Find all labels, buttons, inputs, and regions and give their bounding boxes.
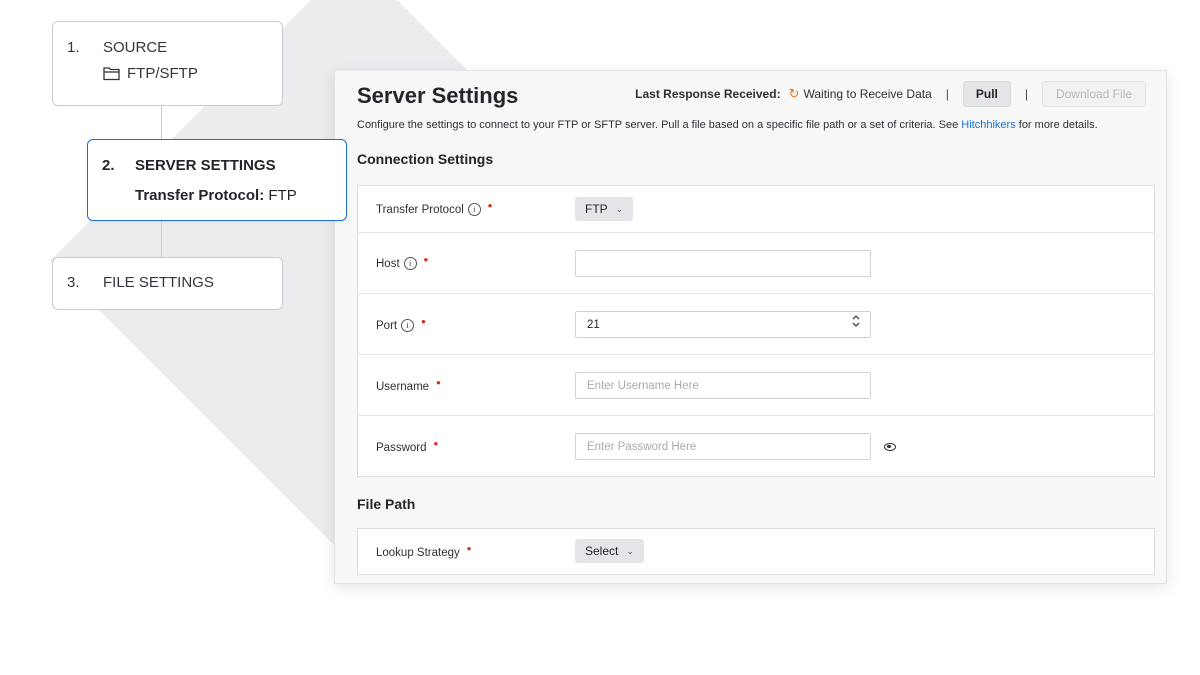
description-text: Configure the settings to connect to you… bbox=[357, 119, 962, 131]
info-icon[interactable]: i bbox=[403, 257, 417, 270]
step-detail-value: FTP bbox=[268, 187, 297, 204]
field-label: Username • bbox=[376, 375, 441, 394]
required-indicator: • bbox=[466, 541, 472, 556]
form-row-username: Username • bbox=[358, 355, 1154, 416]
step-source-type-label: FTP/SFTP bbox=[127, 65, 198, 82]
field-label: Port i • bbox=[376, 314, 426, 333]
stepper-icon[interactable] bbox=[851, 314, 861, 328]
lookup-strategy-label: Lookup Strategy bbox=[376, 546, 460, 559]
required-indicator: • bbox=[487, 198, 493, 213]
chevron-down-icon: ⌄ bbox=[615, 203, 624, 214]
password-label: Password bbox=[376, 441, 427, 454]
lookup-strategy-select[interactable]: Select ⌄ bbox=[575, 539, 644, 563]
last-response-label: Last Response Received: bbox=[635, 87, 781, 101]
step-number: 3. bbox=[67, 274, 80, 291]
step-source-type: FTP/SFTP bbox=[103, 65, 198, 82]
connection-settings-form: Transfer Protocol i • FTP ⌄ Host i • Por… bbox=[357, 185, 1155, 477]
separator: | bbox=[945, 87, 949, 101]
file-path-form: Lookup Strategy • Select ⌄ bbox=[357, 528, 1155, 575]
password-input[interactable] bbox=[575, 433, 871, 460]
required-indicator: • bbox=[421, 314, 426, 329]
response-status-bar: Last Response Received: ↻ Waiting to Rec… bbox=[635, 81, 1146, 107]
eye-icon[interactable] bbox=[884, 443, 896, 451]
host-input[interactable] bbox=[575, 250, 871, 277]
step-label: FILE SETTINGS bbox=[103, 274, 214, 291]
chevron-down-icon: ⌄ bbox=[626, 545, 634, 556]
step-connector bbox=[161, 221, 162, 257]
step-detail: Transfer Protocol: FTP bbox=[135, 187, 297, 204]
step-detail-key: Transfer Protocol: bbox=[135, 187, 265, 204]
description-text: for more details. bbox=[1015, 119, 1098, 131]
info-icon[interactable]: i bbox=[467, 203, 481, 216]
port-label: Port bbox=[376, 319, 398, 332]
select-value: FTP bbox=[585, 202, 608, 216]
step-connector bbox=[161, 106, 162, 139]
step-source[interactable]: 1. SOURCE FTP/SFTP bbox=[52, 21, 283, 106]
step-label: SERVER SETTINGS bbox=[135, 157, 276, 174]
form-row-port: Port i • bbox=[358, 294, 1154, 355]
response-status: Waiting to Receive Data bbox=[803, 87, 932, 101]
info-icon[interactable]: i bbox=[401, 319, 415, 332]
step-number: 2. bbox=[102, 157, 115, 174]
file-path-title: File Path bbox=[357, 496, 416, 512]
pull-button[interactable]: Pull bbox=[962, 81, 1011, 107]
step-file-settings[interactable]: 3. FILE SETTINGS bbox=[52, 257, 283, 310]
transfer-protocol-label: Transfer Protocol bbox=[376, 203, 464, 216]
field-label: Password • bbox=[376, 436, 438, 455]
form-row-host: Host i • bbox=[358, 233, 1154, 294]
step-label: SOURCE bbox=[103, 39, 168, 56]
host-label: Host bbox=[376, 257, 400, 270]
required-indicator: • bbox=[423, 252, 429, 267]
transfer-protocol-select[interactable]: FTP ⌄ bbox=[575, 197, 634, 221]
refresh-icon: ↻ bbox=[788, 86, 800, 101]
step-server-settings[interactable]: 2. SERVER SETTINGS Transfer Protocol: FT… bbox=[87, 139, 347, 221]
field-label: Transfer Protocol i • bbox=[376, 198, 492, 217]
select-value: Select bbox=[585, 544, 619, 558]
form-row-lookup-strategy: Lookup Strategy • Select ⌄ bbox=[358, 529, 1154, 574]
form-row-transfer-protocol: Transfer Protocol i • FTP ⌄ bbox=[358, 186, 1154, 233]
panel-description: Configure the settings to connect to you… bbox=[357, 119, 1098, 131]
step-number: 1. bbox=[67, 39, 80, 56]
form-row-password: Password • bbox=[358, 416, 1154, 476]
server-settings-panel: Server Settings Last Response Received: … bbox=[334, 70, 1167, 584]
username-label: Username bbox=[376, 380, 430, 393]
port-input[interactable] bbox=[575, 311, 871, 338]
connection-settings-title: Connection Settings bbox=[357, 151, 494, 167]
required-indicator: • bbox=[436, 375, 441, 390]
separator: | bbox=[1024, 87, 1028, 101]
download-file-button[interactable]: Download File bbox=[1042, 81, 1146, 107]
page-title: Server Settings bbox=[357, 83, 519, 108]
required-indicator: • bbox=[433, 436, 439, 451]
hitchhikers-link[interactable]: Hitchhikers bbox=[961, 119, 1015, 131]
field-label: Host i • bbox=[376, 252, 428, 271]
username-input[interactable] bbox=[575, 372, 871, 399]
folder-icon bbox=[103, 67, 120, 81]
field-label: Lookup Strategy • bbox=[376, 541, 471, 560]
